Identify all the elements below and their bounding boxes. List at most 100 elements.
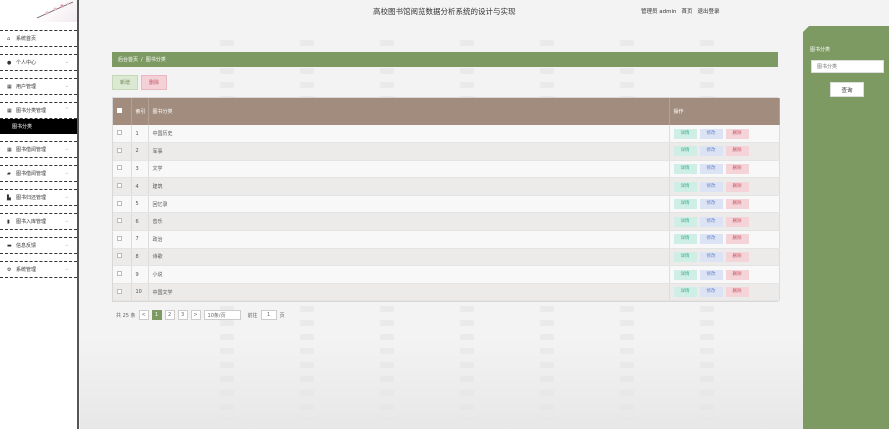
row-select-cell <box>113 160 132 179</box>
view-button[interactable]: 详情 <box>673 181 697 192</box>
view-button[interactable]: 详情 <box>673 269 697 280</box>
view-button[interactable]: 详情 <box>673 199 697 210</box>
row-checkbox[interactable] <box>117 271 122 277</box>
sidebar-item-profile[interactable]: ● 个人中心 ⌄ <box>0 54 77 71</box>
edit-button[interactable]: 修改 <box>699 269 723 280</box>
view-button[interactable]: 详情 <box>673 234 697 245</box>
page-button-1[interactable]: 1 <box>151 310 162 320</box>
view-button[interactable]: 详情 <box>673 146 697 157</box>
sidebar-item-users[interactable]: ▦ 用户管理 ⌄ <box>0 78 77 95</box>
sidebar-item-label: 用户管理 <box>16 84 37 90</box>
sidebar-item-return[interactable]: ▙ 图书归还管理 ⌄ <box>0 189 77 206</box>
grid-icon: ▦ <box>7 107 12 114</box>
user-icon: ● <box>7 59 12 66</box>
prev-page-button[interactable]: < <box>138 310 149 320</box>
sidebar-item-home[interactable]: ⌂ 系统首页 <box>0 30 77 47</box>
row-checkbox[interactable] <box>117 218 122 224</box>
sidebar-item-label: 图书借阅管理 <box>16 147 47 153</box>
blossom-branch-icon <box>36 1 74 19</box>
delete-button[interactable]: 删除 <box>725 216 749 227</box>
search-button[interactable]: 查询 <box>830 82 864 97</box>
ops-header: 操作 <box>669 98 780 125</box>
delete-button[interactable]: 删除 <box>725 251 749 262</box>
search-input[interactable] <box>811 60 884 73</box>
row-category: 诗歌 <box>148 248 670 267</box>
app-title: 高校图书馆阅览数据分析系统的设计与实现 <box>373 7 516 16</box>
sidebar-subitem-category[interactable]: 图书分类 <box>0 119 77 134</box>
edit-button[interactable]: 修改 <box>699 181 723 192</box>
page-button-2[interactable]: 2 <box>164 310 175 320</box>
edit-button[interactable]: 修改 <box>699 251 723 262</box>
chevron-down-icon: ⌄ <box>64 266 69 272</box>
home-icon: ⌂ <box>7 35 11 42</box>
view-button[interactable]: 详情 <box>673 216 697 227</box>
table-row: 8 诗歌 详情 修改 删除 <box>113 248 780 267</box>
row-checkbox[interactable] <box>117 130 122 136</box>
edit-button[interactable]: 修改 <box>699 163 723 174</box>
row-select-cell <box>113 195 132 214</box>
sidebar-item-system[interactable]: ⚙ 系统管理 ⌄ <box>0 261 77 278</box>
edit-button[interactable]: 修改 <box>699 287 723 298</box>
sidebar-item-stock[interactable]: ▮ 图书入库管理 ⌄ <box>0 213 77 230</box>
chevron-down-icon: ⌄ <box>64 218 69 224</box>
logout-link[interactable]: 退出登录 <box>698 7 720 15</box>
edit-button[interactable]: 修改 <box>699 146 723 157</box>
row-checkbox[interactable] <box>117 235 122 241</box>
delete-button[interactable]: 删除 <box>725 181 749 192</box>
table-row: 1 中国历史 详情 修改 删除 <box>113 125 780 144</box>
delete-button[interactable]: 删除 <box>725 199 749 210</box>
add-button[interactable]: 新增 <box>112 75 138 90</box>
row-ops: 详情 修改 删除 <box>669 265 780 284</box>
row-index: 10 <box>131 283 149 302</box>
breadcrumb: 后台首页 / 图书分类 <box>112 52 778 67</box>
delete-button[interactable]: 删除 <box>725 234 749 245</box>
row-select-cell <box>113 265 132 284</box>
breadcrumb-current: 图书分类 <box>145 57 166 63</box>
delete-button[interactable]: 删除 <box>725 269 749 280</box>
sidebar-item-category-mgmt[interactable]: ▦ 图书分类管理 ⌃ <box>0 102 77 119</box>
row-checkbox[interactable] <box>117 165 122 171</box>
sidebar-item-feedback[interactable]: ▬ 信息反馈 ⌄ <box>0 237 77 254</box>
delete-button[interactable]: 删除 <box>725 163 749 174</box>
edit-button[interactable]: 修改 <box>699 199 723 210</box>
row-checkbox[interactable] <box>117 183 122 189</box>
row-select-cell <box>113 248 132 267</box>
row-category: 文学 <box>148 160 670 179</box>
settings-icon: ⚙ <box>7 266 12 273</box>
row-ops: 详情 修改 删除 <box>669 248 780 267</box>
row-checkbox[interactable] <box>117 200 122 206</box>
page-size-select[interactable]: 10条/页 <box>203 310 241 320</box>
view-button[interactable]: 详情 <box>673 287 697 298</box>
goto-page-input[interactable]: 1 <box>260 310 277 320</box>
category-header: 图书分类 <box>148 98 670 125</box>
next-page-button[interactable]: > <box>190 310 201 320</box>
row-checkbox[interactable] <box>117 288 122 294</box>
delete-button[interactable]: 删除 <box>725 287 749 298</box>
user-area: 管理员 admin 首页 退出登录 <box>641 7 720 15</box>
row-index: 3 <box>131 160 149 179</box>
view-button[interactable]: 详情 <box>673 251 697 262</box>
row-checkbox[interactable] <box>117 147 122 153</box>
edit-button[interactable]: 修改 <box>699 216 723 227</box>
sidebar: ⌂ 系统首页 ● 个人中心 ⌄ ▦ 用户管理 ⌄ ▦ 图书分类管理 ⌃ 图书分类 ▦ 图书借阅管… <box>0 0 79 429</box>
row-ops: 详情 修改 删除 <box>669 125 780 144</box>
view-button[interactable]: 详情 <box>673 163 697 174</box>
page-button-3[interactable]: 3 <box>177 310 188 320</box>
breadcrumb-home[interactable]: 后台首页 <box>118 56 138 63</box>
sidebar-item-borrow[interactable]: ▰ 图书借阅管理 ⌄ <box>0 165 77 182</box>
row-select-cell <box>113 177 132 196</box>
edit-button[interactable]: 修改 <box>699 234 723 245</box>
view-button[interactable]: 详情 <box>673 128 697 139</box>
sidebar-item-book-info[interactable]: ▦ 图书借阅管理 ⌄ <box>0 141 77 158</box>
delete-button[interactable]: 删除 <box>725 128 749 139</box>
search-label: 图书分类 <box>810 47 831 53</box>
row-checkbox[interactable] <box>117 253 122 259</box>
delete-button[interactable]: 删除 <box>725 146 749 157</box>
home-link[interactable]: 首页 <box>681 7 692 15</box>
table-row: 4 建筑 详情 修改 删除 <box>113 177 780 196</box>
batch-delete-button[interactable]: 删除 <box>141 75 167 90</box>
chevron-down-icon: ⌄ <box>64 59 69 65</box>
select-all-checkbox[interactable] <box>117 108 122 113</box>
edit-button[interactable]: 修改 <box>699 128 723 139</box>
table-row: 10 中国文学 详情 修改 删除 <box>113 283 780 302</box>
